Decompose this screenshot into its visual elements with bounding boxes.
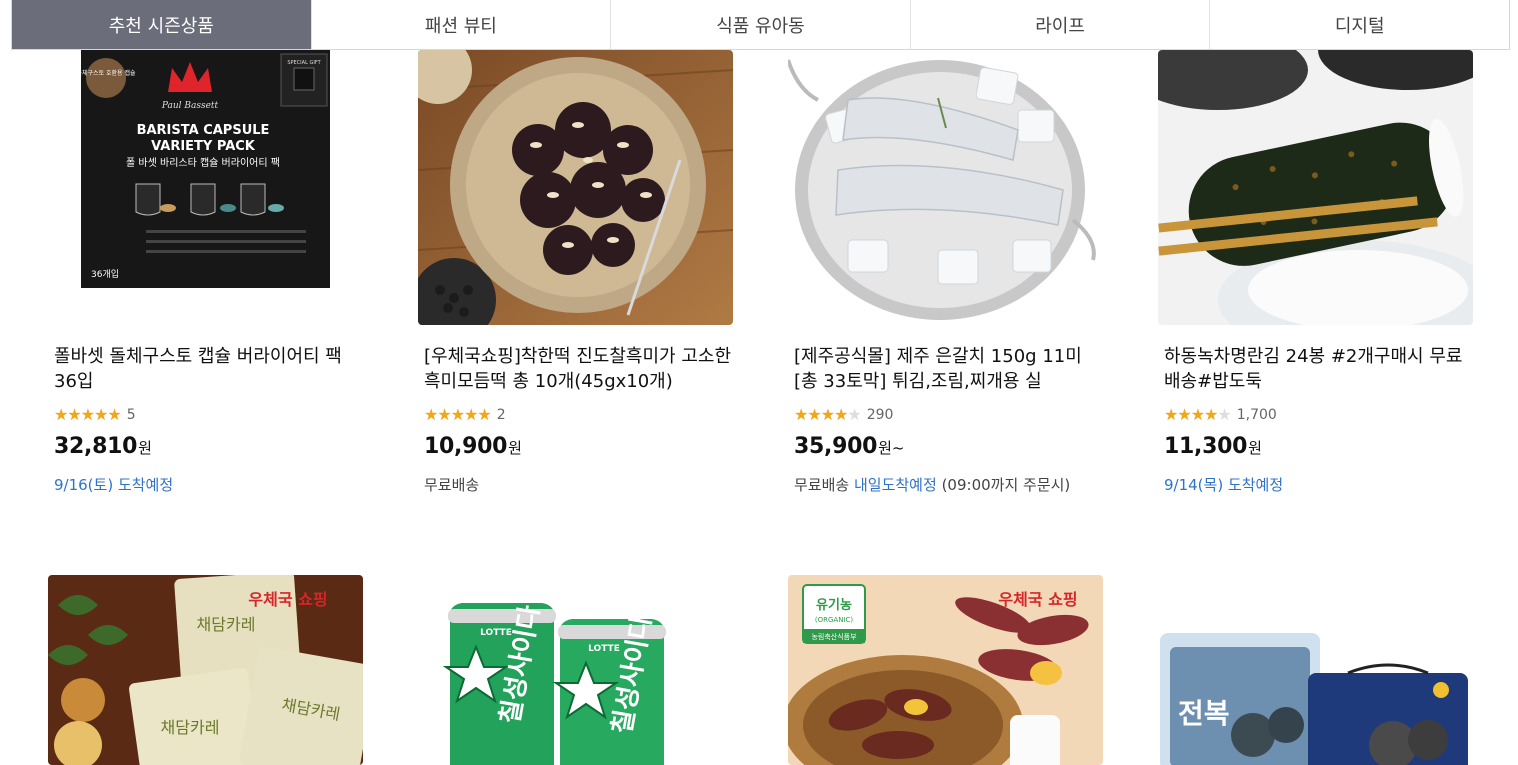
delivery-date: 9/14(목) 도착예정 bbox=[1164, 476, 1284, 494]
product-image[interactable]: 우체국 쇼핑 채담카레 채담카레 채담카레 bbox=[48, 575, 363, 765]
product-title[interactable]: [우체국쇼핑]착한떡 진도찰흑미가 고소한 흑미모듬떡 총 10개(45gx10… bbox=[424, 344, 734, 394]
capsule-badge-text: 돌체구스토 호환용 캡슐 bbox=[76, 69, 135, 77]
organic-badge-text: 유기농 bbox=[816, 598, 852, 613]
organic-badge-en: (ORGANIC) bbox=[815, 616, 854, 624]
star-rating-icon: ★★★★★★★★★★ bbox=[54, 405, 122, 424]
product-price: 10,900 원 bbox=[424, 434, 522, 459]
product-price: 35,900 원~ bbox=[794, 434, 904, 459]
price-unit: 원 bbox=[138, 439, 152, 457]
free-shipping: 무료배송 bbox=[794, 476, 850, 494]
product-title[interactable]: [제주공식몰] 제주 은갈치 150g 11미 [총 33토막] 튀김,조림,찌… bbox=[794, 344, 1104, 394]
price-value: 10,900 bbox=[424, 434, 508, 459]
review-count: 290 bbox=[866, 407, 894, 423]
can-brand-text: LOTTE bbox=[480, 628, 512, 638]
capsule-count-text: 36개입 bbox=[91, 268, 119, 280]
delivery-date: 9/16(토) 도착예정 bbox=[54, 476, 174, 494]
product-image[interactable]: 돌체구스토 호환용 캡슐 Paul Bassett BARISTA CAPSUL… bbox=[48, 50, 363, 325]
can-brand-text: LOTTE bbox=[588, 644, 620, 654]
abalone-label: 전복 bbox=[1178, 697, 1230, 730]
delivery-date: 내일도착예정 bbox=[853, 476, 937, 494]
product-image[interactable] bbox=[788, 50, 1103, 325]
shop-logo-text: 우체국 쇼핑 bbox=[998, 590, 1077, 609]
product-rating: ★★★★★★★★★★ 1,700 bbox=[1164, 405, 1277, 424]
delivery-info: 9/16(토) 도착예정 bbox=[54, 474, 173, 495]
product-rating: ★★★★★ ★★★★★ 2 bbox=[424, 405, 506, 424]
review-count: 1,700 bbox=[1236, 407, 1277, 423]
capsule-line2: VARIETY PACK bbox=[151, 139, 256, 154]
review-count: 2 bbox=[496, 407, 506, 423]
review-count: 5 bbox=[126, 407, 136, 423]
product-price: 11,300 원 bbox=[1164, 434, 1262, 459]
shop-logo-text: 우체국 쇼핑 bbox=[248, 590, 327, 609]
product-image[interactable]: 전복 bbox=[1158, 575, 1473, 765]
price-value: 11,300 bbox=[1164, 434, 1248, 459]
price-unit: 원 bbox=[508, 439, 522, 457]
capsule-line1: BARISTA CAPSULE bbox=[137, 123, 270, 138]
curry-label: 채담카레 bbox=[197, 615, 256, 634]
special-gift-text: SPECIAL GIFT bbox=[287, 60, 321, 66]
product-title[interactable]: 폴바셋 돌체구스토 캡슐 버라이어티 팩 36입 bbox=[54, 344, 364, 394]
price-value: 32,810 bbox=[54, 434, 138, 459]
product-image[interactable] bbox=[418, 50, 733, 325]
delivery-note: (09:00까지 주문시) bbox=[941, 476, 1071, 494]
star-rating-icon: ★★★★★★★★★★ bbox=[1164, 405, 1232, 424]
delivery-info: 9/14(목) 도착예정 bbox=[1164, 474, 1283, 495]
product-rating: ★★★★★ ★★★★★ 5 bbox=[54, 405, 136, 424]
star-rating-icon: ★★★★★★★★★★ bbox=[794, 405, 862, 424]
product-rating: ★★★★★★★★★★ 290 bbox=[794, 405, 894, 424]
organic-badge-sub: 농림축산식품부 bbox=[811, 632, 857, 641]
star-rating-icon: ★★★★★★★★★★ bbox=[424, 405, 492, 424]
product-image[interactable]: LOTTE LOTTE 칠성사이다 칠성사이다 bbox=[418, 575, 733, 765]
brand-text: Paul Bassett bbox=[161, 101, 219, 111]
product-grid: 돌체구스토 호환용 캡슐 Paul Bassett BARISTA CAPSUL… bbox=[0, 0, 1518, 765]
free-shipping: 무료배송 bbox=[424, 476, 480, 494]
price-unit: 원 bbox=[1248, 439, 1262, 457]
product-image[interactable]: 유기농 (ORGANIC) 농림축산식품부 우체국 쇼핑 bbox=[788, 575, 1103, 765]
product-price: 32,810 원 bbox=[54, 434, 152, 459]
capsule-kr-text: 폴 바셋 바리스타 캡슐 버라이어티 팩 bbox=[126, 157, 280, 169]
delivery-info: 무료배송 bbox=[424, 474, 479, 495]
product-title[interactable]: 하동녹차명란김 24봉 #2개구매시 무료배송#밥도둑 bbox=[1164, 344, 1474, 394]
price-unit: 원~ bbox=[878, 439, 905, 457]
curry-label: 채담카레 bbox=[161, 718, 220, 737]
product-image[interactable] bbox=[1158, 50, 1473, 325]
price-value: 35,900 bbox=[794, 434, 878, 459]
delivery-info: 무료배송 내일도착예정 (09:00까지 주문시) bbox=[794, 474, 1070, 495]
